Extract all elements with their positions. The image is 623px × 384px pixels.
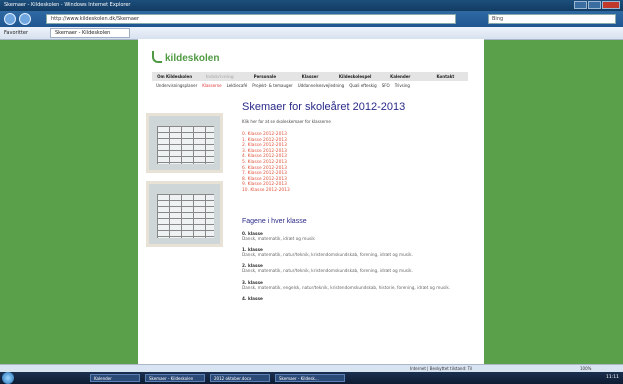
subnav-item[interactable]: Quali efteskig	[349, 82, 377, 90]
subnav-item[interactable]: SFO	[382, 82, 390, 90]
subnav-item[interactable]: Lektiecafé	[227, 82, 248, 90]
site-logo[interactable]: kildeskolen	[152, 51, 219, 64]
favorites-button[interactable]: Favoritter	[4, 27, 28, 39]
sub-navigation: Undervisningsplaner Klasserne Lektiecafé…	[156, 82, 476, 90]
minimize-button[interactable]	[574, 1, 587, 9]
taskbar-button[interactable]: Kalender	[90, 374, 140, 382]
intro-text: Klik her for at se skoleskemaer for klas…	[242, 119, 331, 124]
nav-item[interactable]: Kildeskolespel	[333, 72, 378, 81]
subjects-heading: Fagene i hver klasse	[242, 217, 307, 225]
nav-item[interactable]: Kalender	[378, 72, 423, 81]
nav-item[interactable]: Om Kildeskolen	[152, 72, 197, 81]
page-title: Skemaer for skoleåret 2012-2013	[242, 101, 406, 113]
taskbar-button[interactable]: 2012 oktober.docx	[210, 374, 270, 382]
subject-desc: Dansk, matematik, engelsk, natur/teknik,…	[242, 284, 451, 290]
search-input[interactable]: Bing	[488, 14, 616, 24]
subject-block: 2. klasse Dansk, matematik, natur/teknik…	[242, 263, 472, 273]
subject-block: 1. klasse Dansk, matematik, natur/teknik…	[242, 247, 472, 257]
taskbar-button[interactable]: Skemaer - Kildesk...	[275, 374, 345, 382]
close-button[interactable]	[602, 1, 620, 9]
schedule-grid	[157, 194, 214, 238]
address-bar[interactable]: http://www.kildeskolen.dk/Skemaer	[46, 14, 456, 24]
subnav-item[interactable]: Trivsing	[395, 82, 410, 90]
main-content: Skemaer for skoleåret 2012-2013 Klik her…	[242, 101, 472, 301]
subnav-item[interactable]: Undervisningsplaner	[156, 82, 197, 90]
forward-icon[interactable]	[19, 13, 31, 25]
subnav-item-active[interactable]: Klasserne	[202, 82, 221, 90]
nav-item[interactable]: Klasser	[287, 72, 332, 81]
web-page: kildeskolen Om Kildeskolen Indskrivning …	[138, 39, 484, 364]
logo-text: kildeskolen	[165, 53, 220, 64]
subject-desc: Dansk, matematik, natur/teknik, kristend…	[242, 251, 413, 257]
subnav-item[interactable]: Projekt- & temauger	[252, 82, 292, 90]
clock: 11:11	[606, 375, 619, 380]
start-button[interactable]	[2, 372, 14, 384]
window-controls	[574, 1, 620, 9]
maximize-button[interactable]	[588, 1, 601, 9]
subnav-item[interactable]: Uddannelsesvejledning	[298, 82, 345, 90]
class-schedule-links: 0. Klasse 2012-2013 1. Klasse 2012-2013 …	[242, 132, 472, 194]
subject-block: 4. klasse	[242, 296, 472, 301]
schedule-grid	[157, 126, 214, 164]
browser-tab[interactable]: Skemaer - Kildeskolen	[50, 28, 130, 38]
window-titlebar: Skemaer - Kildeskolen - Windows Internet…	[0, 0, 623, 11]
taskbar: Kalender Skemaer - Kildeskolen 2012 okto…	[0, 372, 623, 384]
schedule-image	[146, 113, 223, 173]
nav-item[interactable]: Personale	[242, 72, 287, 81]
top-navigation: Om Kildeskolen Indskrivning Personale Kl…	[152, 72, 468, 81]
subject-block: 3. klasse Dansk, matematik, engelsk, nat…	[242, 280, 472, 290]
nav-item[interactable]: Indskrivning	[197, 72, 242, 81]
subject-desc: Dansk, matematik, idræt og musik	[242, 235, 315, 241]
class-link[interactable]: 10. Klasse 2012-2013	[242, 188, 472, 194]
address-toolbar: http://www.kildeskolen.dk/Skemaer Bing	[0, 11, 623, 27]
back-icon[interactable]	[4, 13, 16, 25]
leaf-icon	[152, 51, 162, 63]
taskbar-button[interactable]: Skemaer - Kildeskolen	[145, 374, 205, 382]
nav-item[interactable]: Kontakt	[423, 72, 468, 81]
window-title: Skemaer - Kildeskolen - Windows Internet…	[4, 2, 131, 8]
subject-block: 0. klasse Dansk, matematik, idræt og mus…	[242, 231, 472, 241]
subject-desc: Dansk, matematik, natur/teknik, kristend…	[242, 268, 413, 274]
schedule-image	[146, 181, 223, 247]
subject-title: 4. klasse	[242, 296, 263, 302]
